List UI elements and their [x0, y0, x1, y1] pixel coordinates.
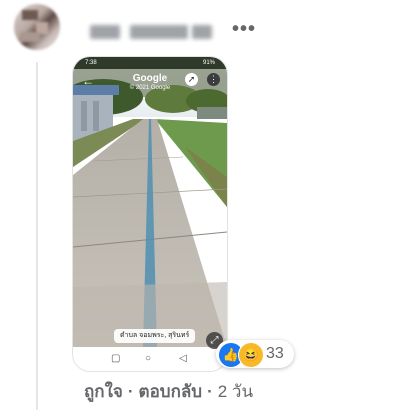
thread-line	[36, 62, 38, 410]
comment-time[interactable]: 2 วัน	[218, 382, 253, 401]
haha-reaction-icon: 😆	[238, 342, 264, 368]
separator-2: ·	[207, 382, 213, 401]
home-icon: ○	[145, 353, 152, 364]
street-view-title: Google	[132, 73, 168, 84]
reply-link[interactable]: ตอบกลับ	[139, 382, 203, 401]
phone-status-bar: 7:38 91%	[73, 57, 227, 69]
separator: ·	[127, 382, 134, 401]
commenter-name-blurred[interactable]	[90, 25, 120, 39]
back-icon: ◁	[179, 353, 187, 364]
street-view-place-label: ตำบล จอมพระ, สุรินทร์	[114, 329, 196, 343]
like-link[interactable]: ถูกใจ	[84, 382, 123, 401]
street-view-header: ← Google © 2021 Google ➚ ⋮	[73, 71, 227, 95]
kebab-menu-icon: ⋮	[207, 73, 220, 86]
status-time: 7:38	[85, 60, 97, 66]
commenter-avatar[interactable]	[14, 4, 60, 50]
street-view-copyright: © 2021 Google	[129, 85, 171, 91]
status-battery: 91%	[202, 60, 215, 66]
recent-apps-icon: ▢	[111, 353, 121, 364]
reaction-summary[interactable]: 👍 😆 33	[216, 340, 294, 368]
more-options-icon[interactable]: •••	[232, 19, 256, 39]
reaction-count: 33	[266, 345, 284, 362]
commenter-name-blurred-2[interactable]	[130, 25, 188, 39]
phone-nav-bar: ▢ ○ ◁	[73, 349, 227, 371]
compass-icon: ➚	[185, 73, 198, 86]
attached-screenshot[interactable]: 7:38 91% ← Google © 2021 Google ➚ ⋮ ตำบล…	[72, 56, 228, 372]
street-view-image	[73, 57, 227, 347]
comment-actions: ถูกใจ · ตอบกลับ · 2 วัน	[84, 378, 253, 405]
commenter-name-blurred-3[interactable]	[192, 25, 212, 39]
